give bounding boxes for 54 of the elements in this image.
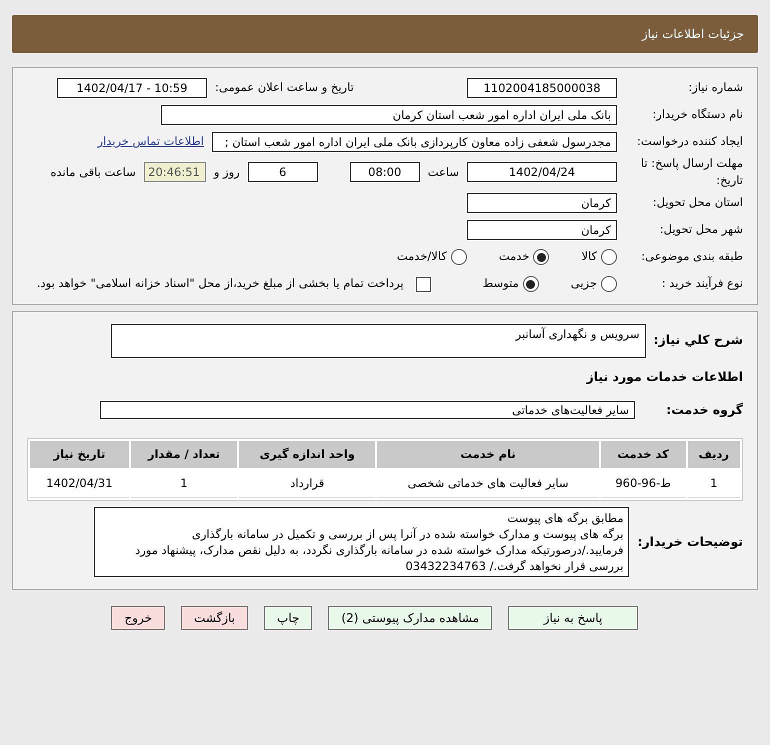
need-number-field: 1102004185000038	[467, 78, 617, 98]
column-header: نام خدمت	[377, 440, 599, 468]
checkbox-label: پرداخت تمام یا بخشی از مبلغ خرید،از محل "اسناد خزانه اسلامی" خواهد بود.	[36, 275, 404, 292]
deadline-date-field: 1402/04/24	[467, 162, 617, 182]
city-field: کرمان	[467, 220, 617, 240]
column-header: تاریخ نیاز	[30, 440, 129, 468]
page-header: جزئیات اطلاعات نیاز	[12, 15, 758, 53]
buyer-org-field: بانک ملی ایران اداره امور شعب استان کرمان	[161, 104, 617, 124]
remaining-time-field: 20:46:51	[144, 162, 206, 182]
column-header: تعداد / مقدار	[130, 440, 238, 468]
requester-field: مجدرسول شعفی زاده معاون کارپردازی بانک ملی ایران اداره امور شعب استان ;	[212, 132, 617, 152]
field-label: توضیحات خریدار:	[637, 532, 743, 551]
field-label: تاریخ و ساعت اعلان عمومی:	[215, 78, 354, 96]
radio-button[interactable]	[601, 276, 617, 292]
radio-label: متوسط	[482, 275, 519, 292]
radio-label: جزیی	[570, 275, 597, 292]
field-label: شماره نیاز:	[687, 78, 743, 96]
field-label: ساعت	[428, 164, 459, 181]
section-title: اطلاعات خدمات مورد نیاز	[586, 368, 743, 386]
checkbox[interactable]	[416, 276, 431, 292]
action-button[interactable]: مشاهده مدارک پیوستی (2)	[328, 606, 492, 630]
field-label: نوع فرآیند خرید :	[660, 275, 743, 292]
summary-field: سرویس و نگهداری آسانبر	[110, 324, 646, 358]
days-field: 6	[248, 162, 318, 182]
field-label: طبقه بندی موضوعی:	[640, 248, 743, 266]
service-group-field: سایر فعالیت‌های خدماتی	[100, 401, 635, 419]
field-label: مهلت ارسال پاسخ: تا تاریخ:	[640, 155, 743, 190]
field-label: شهر محل تحویل:	[658, 221, 743, 238]
column-header: واحد اندازه گیری	[239, 440, 376, 468]
field-label: نام دستگاه خریدار:	[651, 106, 743, 123]
radio-button[interactable]	[533, 249, 550, 265]
announce-datetime-field: 1402/04/17 - 10:59	[57, 78, 207, 98]
column-header: کد خدمت	[600, 440, 686, 468]
action-button[interactable]: بازگشت	[181, 606, 248, 630]
action-button[interactable]: چاپ	[264, 606, 312, 630]
buyer-contact-link[interactable]: اطلاعات تماس خریدار	[97, 132, 204, 150]
field-label: روز و	[214, 164, 240, 181]
radio-button[interactable]	[522, 276, 539, 292]
action-button[interactable]: پاسخ به نیاز	[508, 606, 638, 630]
field-label: شرح کلي نیاز:	[654, 331, 743, 350]
radio-button[interactable]	[601, 249, 617, 265]
column-header: ردیف	[688, 440, 740, 468]
field-label: ایجاد کننده درخواست:	[636, 132, 743, 150]
field-label: استان محل تحویل:	[652, 194, 743, 212]
field-label: گروه خدمت:	[665, 400, 743, 419]
radio-label: کالا	[581, 248, 597, 266]
field-label: ساعت باقی مانده	[50, 164, 136, 181]
radio-label: خدمت	[498, 248, 530, 266]
radio-button[interactable]	[450, 249, 467, 265]
radio-label: کالا/خدمت	[396, 248, 447, 266]
buyer-notes-text: مطابق برگه های پیوست برگه های پیوست و مدارک خواسته شده در آنرا پس از بررسی و تکمیل در سامانه بارگذاری فرمایید./درصورتیکه مدارک خواسته شده در سامانه بارگذاری نگردد، به دلیل نقص مدارک، پیشنهاد مورد بررسی قرار نخواهد گرفت./ 03432234763	[94, 507, 630, 577]
deadline-time-field: 08:00	[350, 162, 420, 182]
action-button[interactable]: خروج	[111, 606, 166, 630]
province-field: کرمان	[467, 193, 617, 213]
